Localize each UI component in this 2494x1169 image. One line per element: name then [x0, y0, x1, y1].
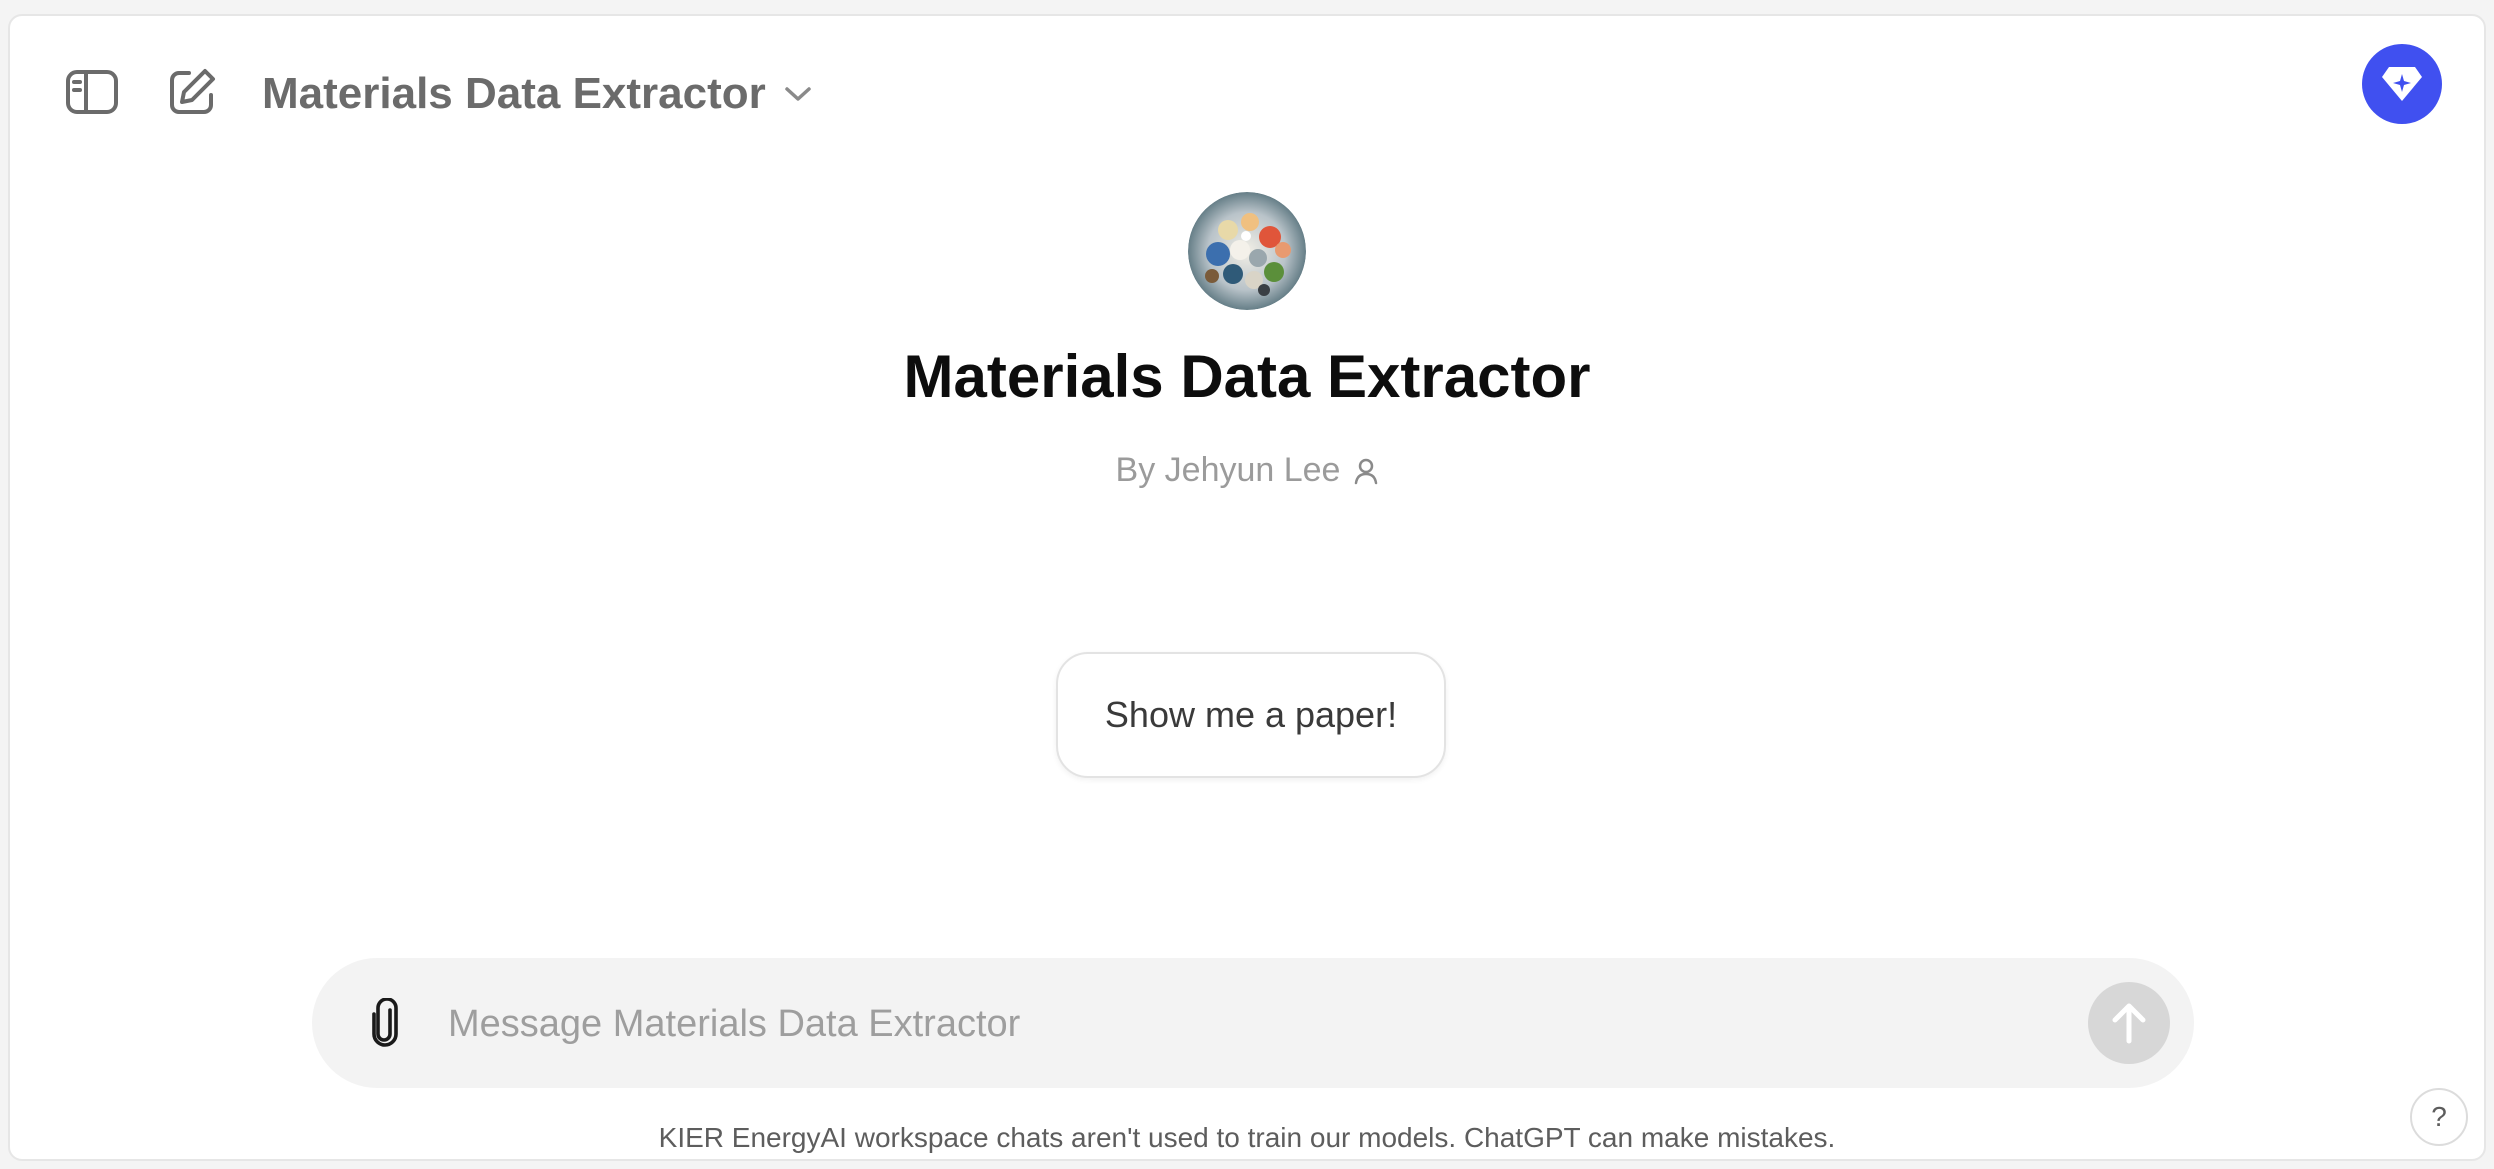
new-chat-button[interactable]: [156, 56, 228, 128]
chevron-down-icon: [785, 87, 811, 101]
diamond-sparkle-icon: [2382, 67, 2422, 101]
profile-button[interactable]: [2362, 44, 2442, 124]
message-composer: [312, 958, 2194, 1088]
gpt-avatar: [1188, 192, 1306, 310]
author-name: By Jehyun Lee: [1115, 451, 1341, 489]
sidebar-toggle-icon: [66, 70, 118, 114]
gpt-name: Materials Data Extractor: [903, 343, 1591, 410]
gpt-intro: Materials Data Extractor By Jehyun Lee: [10, 192, 2484, 490]
conversation-starter-button[interactable]: Show me a paper!: [1056, 652, 1446, 778]
person-icon: [1355, 458, 1378, 484]
send-button[interactable]: [2088, 982, 2170, 1064]
disclaimer-text: KIER EnergyAI workspace chats aren't use…: [658, 1122, 1836, 1153]
model-switcher[interactable]: Materials Data Extractor: [262, 64, 812, 124]
message-input[interactable]: [446, 983, 1950, 1065]
sidebar-toggle-button[interactable]: [56, 56, 128, 128]
paperclip-icon: [372, 998, 398, 1047]
chat-window: Materials Data Extractor Materials Data …: [8, 14, 2486, 1161]
edit-icon: [170, 69, 215, 114]
attach-file-button[interactable]: [350, 988, 420, 1058]
model-title: Materials Data Extractor: [262, 69, 766, 118]
arrow-up-icon: [2112, 1003, 2146, 1044]
author-byline: By Jehyun Lee: [1116, 451, 1379, 490]
help-button[interactable]: ?: [2410, 1088, 2468, 1146]
